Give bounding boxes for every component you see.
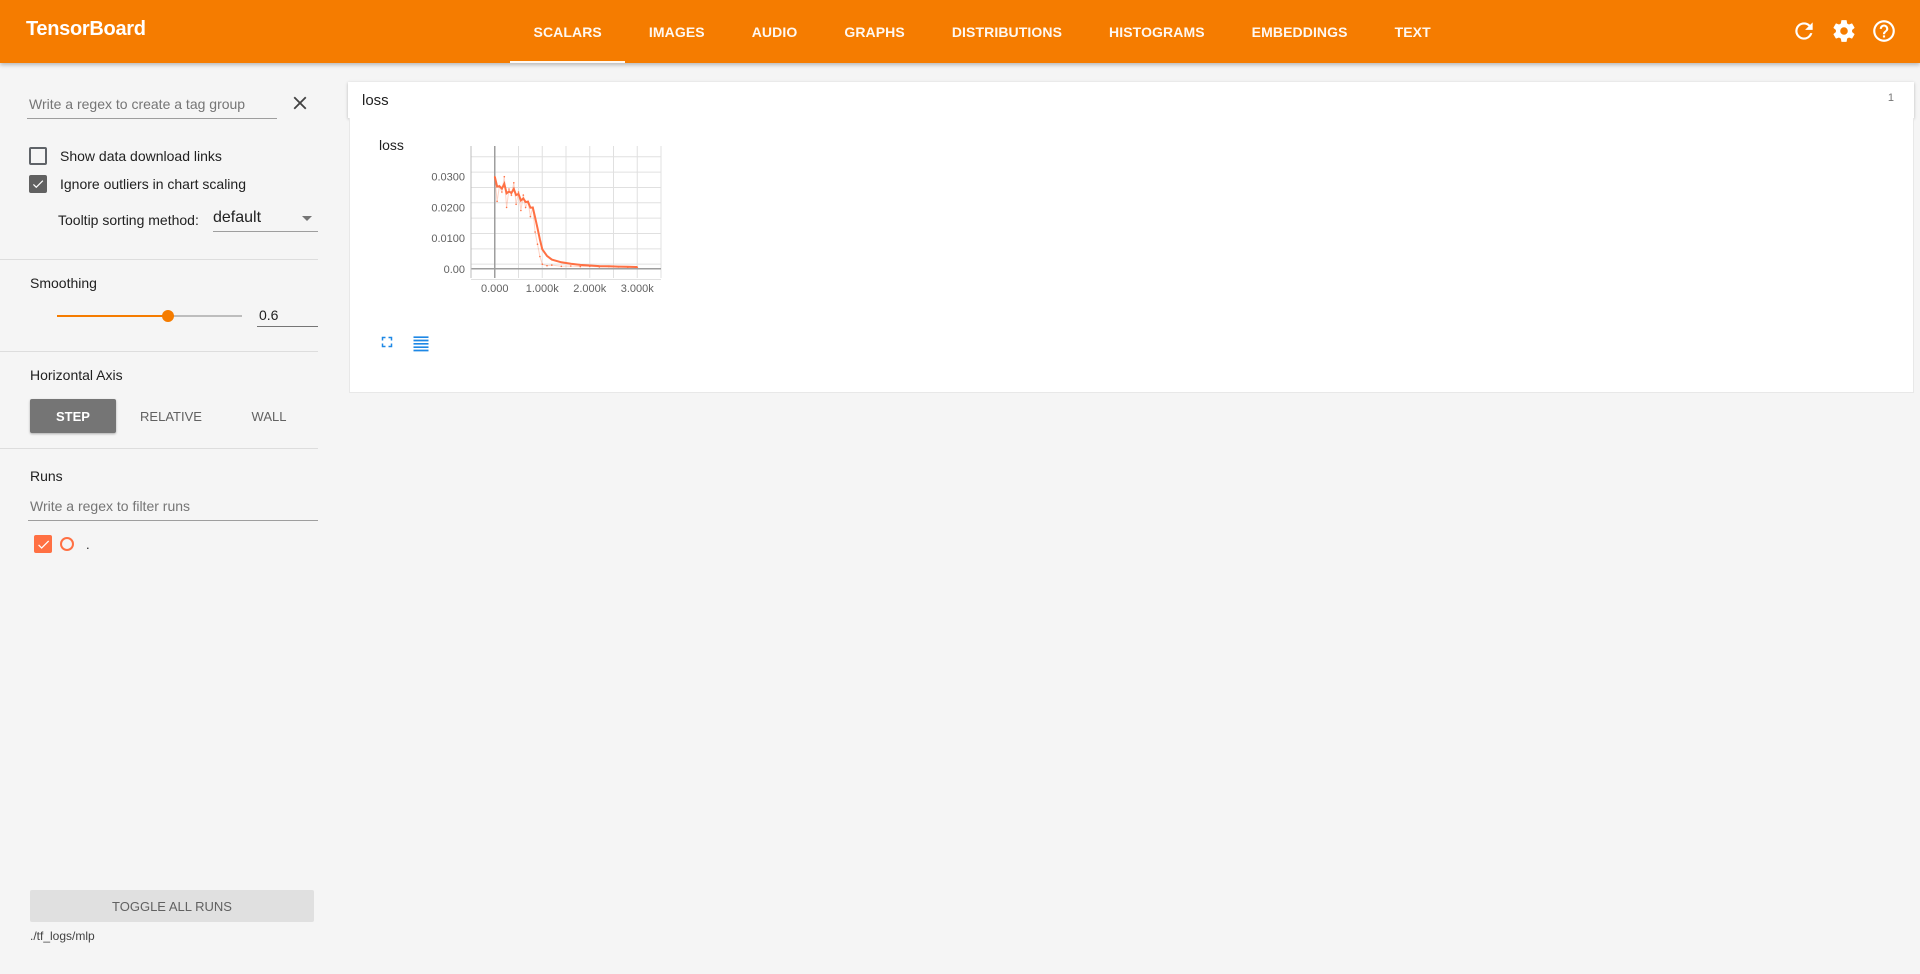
toggle-all-runs-button[interactable]: TOGGLE ALL RUNS bbox=[30, 890, 314, 922]
data-point bbox=[546, 264, 548, 267]
data-point bbox=[598, 266, 601, 268]
data-point bbox=[541, 263, 544, 265]
tab-embeddings[interactable]: EMBEDDINGS bbox=[1228, 0, 1371, 63]
category-header-loss[interactable]: loss 1 bbox=[348, 82, 1914, 118]
data-table-icon[interactable] bbox=[411, 333, 431, 353]
category-count-badge: 1 bbox=[1887, 92, 1894, 104]
y-tick-label: 0.0200 bbox=[431, 202, 465, 214]
data-point bbox=[505, 206, 508, 209]
fullscreen-icon[interactable] bbox=[378, 333, 396, 351]
data-point bbox=[627, 266, 629, 269]
data-point bbox=[513, 182, 515, 184]
horizontal-axis-label: Horizontal Axis bbox=[30, 367, 123, 383]
run-checkbox[interactable] bbox=[34, 535, 52, 553]
close-icon[interactable] bbox=[289, 92, 311, 114]
data-point bbox=[536, 243, 539, 245]
ignore-outliers-checkbox[interactable]: Ignore outliers in chart scaling bbox=[29, 175, 246, 193]
checkmark-icon bbox=[29, 175, 47, 193]
y-tick-label: 0.00 bbox=[444, 264, 465, 276]
data-point bbox=[494, 175, 496, 178]
slider-fill bbox=[57, 315, 168, 317]
run-color-swatch[interactable] bbox=[60, 537, 74, 551]
data-point bbox=[522, 194, 525, 196]
tooltip-sorting-label: Tooltip sorting method: bbox=[58, 212, 199, 228]
tag-group-regex-input[interactable] bbox=[27, 93, 277, 119]
data-point bbox=[520, 209, 522, 212]
tab-histograms[interactable]: HISTOGRAMS bbox=[1086, 0, 1229, 63]
data-point bbox=[527, 200, 529, 203]
data-point bbox=[517, 191, 520, 193]
tab-graphs[interactable]: GRAPHS bbox=[821, 0, 929, 63]
data-point bbox=[551, 264, 553, 266]
horizontal-axis-selector: STEP RELATIVE WALL bbox=[30, 399, 318, 433]
run-item: . bbox=[34, 535, 90, 553]
dashboard-tabs: SCALARS IMAGES AUDIO GRAPHS DISTRIBUTION… bbox=[510, 0, 1454, 63]
axis-step-button[interactable]: STEP bbox=[30, 399, 116, 433]
data-point bbox=[503, 175, 506, 178]
sidebar: Show data download links Ignore outliers… bbox=[0, 63, 318, 974]
data-point bbox=[501, 191, 503, 193]
tab-text[interactable]: TEXT bbox=[1371, 0, 1454, 63]
x-tick-label: 0.000 bbox=[481, 283, 509, 295]
logdir-path: ./tf_logs/mlp bbox=[30, 929, 95, 943]
data-point bbox=[589, 265, 591, 268]
settings-gear-icon[interactable] bbox=[1831, 18, 1857, 44]
ignore-outliers-label: Ignore outliers in chart scaling bbox=[60, 176, 246, 192]
data-point bbox=[532, 206, 534, 209]
category-title: loss bbox=[362, 92, 389, 109]
loss-chart[interactable]: 0.00 0.0100 0.0200 0.0300 0.000 1.000k 2.000k 3… bbox=[350, 118, 710, 328]
tab-audio[interactable]: AUDIO bbox=[728, 0, 821, 63]
checkmark-icon bbox=[37, 539, 49, 549]
data-point bbox=[579, 265, 582, 268]
checkbox-empty-icon bbox=[29, 147, 47, 165]
y-tick-label: 0.0300 bbox=[431, 172, 465, 184]
divider bbox=[0, 351, 318, 352]
tab-scalars[interactable]: SCALARS bbox=[510, 0, 626, 63]
dropdown-caret-icon bbox=[302, 216, 312, 221]
run-name: . bbox=[86, 536, 90, 552]
y-tick-label: 0.0100 bbox=[431, 233, 465, 245]
x-tick-label: 1.000k bbox=[526, 283, 560, 295]
divider bbox=[0, 448, 318, 449]
axis-wall-button[interactable]: WALL bbox=[220, 399, 318, 433]
data-point bbox=[534, 231, 536, 233]
tab-images[interactable]: IMAGES bbox=[625, 0, 728, 63]
app-title: TensorBoard bbox=[26, 18, 146, 40]
data-point bbox=[529, 215, 532, 218]
slider-knob[interactable] bbox=[162, 310, 174, 322]
smoothing-slider[interactable] bbox=[57, 308, 242, 324]
x-tick-label: 2.000k bbox=[573, 283, 607, 295]
data-point bbox=[508, 188, 510, 190]
data-point bbox=[510, 194, 513, 196]
divider bbox=[0, 259, 318, 260]
smoothing-label: Smoothing bbox=[30, 275, 97, 291]
axis-relative-button[interactable]: RELATIVE bbox=[122, 399, 220, 433]
data-point bbox=[617, 266, 620, 268]
x-tick-label: 3.000k bbox=[621, 283, 655, 295]
data-point bbox=[570, 265, 572, 267]
tab-distributions[interactable]: DISTRIBUTIONS bbox=[928, 0, 1085, 63]
app-header: TensorBoard SCALARS IMAGES AUDIO GRAPHS … bbox=[0, 0, 1920, 63]
data-point bbox=[515, 203, 517, 206]
tooltip-sorting-value: default bbox=[213, 209, 262, 226]
data-point bbox=[498, 185, 501, 187]
help-icon[interactable] bbox=[1871, 18, 1897, 44]
data-point bbox=[560, 265, 563, 268]
tooltip-sorting-select[interactable]: default bbox=[213, 206, 318, 232]
show-download-links-label: Show data download links bbox=[60, 148, 222, 164]
data-point bbox=[539, 255, 541, 258]
scalar-card: loss 0.00 0.0100 0.0200 0.0300 0.000 1.000k 2.… bbox=[349, 118, 1914, 393]
smoothing-value-input[interactable]: 0.6 bbox=[257, 301, 318, 327]
refresh-icon[interactable] bbox=[1791, 18, 1817, 44]
runs-filter-input[interactable] bbox=[28, 495, 318, 521]
runs-label: Runs bbox=[30, 468, 63, 484]
data-point bbox=[608, 265, 610, 268]
data-point bbox=[524, 206, 527, 209]
data-point bbox=[636, 266, 639, 269]
data-point bbox=[496, 200, 498, 203]
show-download-links-checkbox[interactable]: Show data download links bbox=[29, 147, 222, 165]
